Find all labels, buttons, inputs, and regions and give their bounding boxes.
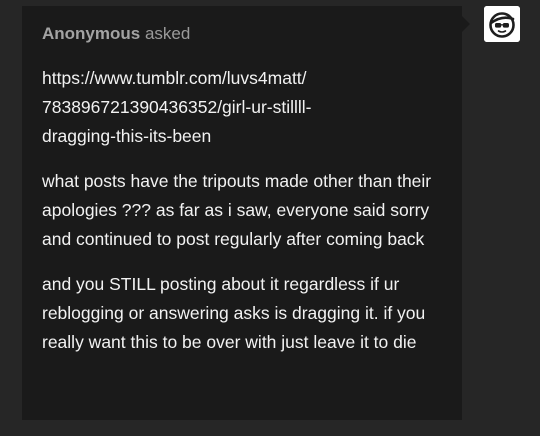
asked-label: asked: [144, 24, 191, 43]
ask-header: Anonymous asked: [42, 24, 190, 44]
anonymous-sunglasses-avatar-icon: [484, 6, 520, 42]
ask-card: Anonymous asked https://www.tumblr.com/l…: [22, 6, 462, 420]
speech-bubble-tail: [462, 16, 470, 32]
ask-paragraph-2: and you STILL posting about it regardles…: [42, 274, 426, 352]
ask-link-paragraph: https://www.tumblr.com/luvs4matt/ 783896…: [42, 64, 447, 151]
asker-name: Anonymous: [42, 24, 141, 43]
ask-body: https://www.tumblr.com/luvs4matt/ 783896…: [42, 64, 447, 373]
ask-paragraph-1: what posts have the tripouts made other …: [42, 171, 432, 249]
ask-link[interactable]: https://www.tumblr.com/luvs4matt/ 783896…: [42, 68, 311, 146]
anonymous-avatar[interactable]: [484, 6, 520, 42]
